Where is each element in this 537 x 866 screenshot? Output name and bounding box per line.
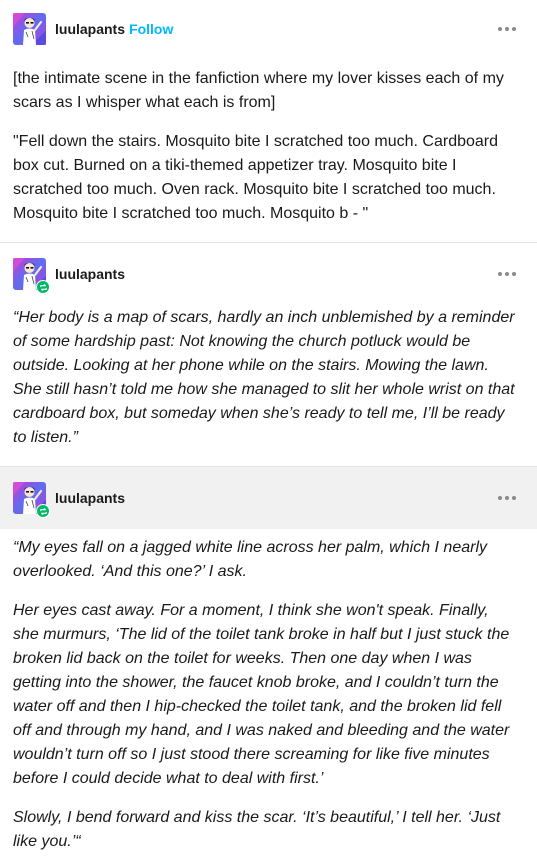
more-options-icon[interactable]	[498, 496, 516, 500]
dot	[498, 496, 502, 500]
follow-button[interactable]: Follow	[129, 21, 173, 37]
post-body-2: “Her body is a map of scars, hardly an i…	[0, 305, 537, 466]
post-paragraph: Slowly, I bend forward and kiss the scar…	[13, 809, 501, 850]
dot	[512, 496, 516, 500]
dot	[505, 26, 509, 31]
post-header-1: luulapants Follow	[0, 0, 537, 57]
post-paragraph: “My eyes fall on a jagged white line acr…	[13, 539, 487, 580]
username[interactable]: luulapants	[55, 490, 125, 506]
post-paragraph: “Her body is a map of scars, hardly an i…	[13, 309, 515, 446]
dot	[512, 272, 516, 276]
username[interactable]: luulapants	[55, 21, 125, 37]
avatar[interactable]	[13, 482, 50, 518]
post-header-2: luulapants	[0, 243, 537, 305]
reblog-icon	[36, 280, 50, 294]
username[interactable]: luulapants	[55, 266, 125, 282]
dot	[498, 272, 502, 276]
avatar[interactable]	[13, 12, 46, 45]
dot	[512, 26, 516, 31]
dot	[505, 272, 509, 276]
dot	[498, 26, 502, 31]
reblog-icon	[36, 504, 50, 518]
avatar-image	[13, 12, 46, 45]
post-body-1: [the intimate scene in the fanfiction wh…	[0, 57, 537, 242]
post-header-3: luulapants	[0, 467, 537, 529]
post-paragraph: "Fell down the stairs. Mosquito bite I s…	[13, 133, 499, 222]
more-options-icon[interactable]	[498, 26, 516, 31]
dot	[505, 496, 509, 500]
post-paragraph: Her eyes cast away. For a moment, I thin…	[13, 602, 510, 787]
post-body-3: “My eyes fall on a jagged white line acr…	[0, 529, 537, 854]
avatar[interactable]	[13, 258, 50, 294]
post-paragraph: [the intimate scene in the fanfiction wh…	[13, 70, 504, 111]
more-options-icon[interactable]	[498, 272, 516, 276]
